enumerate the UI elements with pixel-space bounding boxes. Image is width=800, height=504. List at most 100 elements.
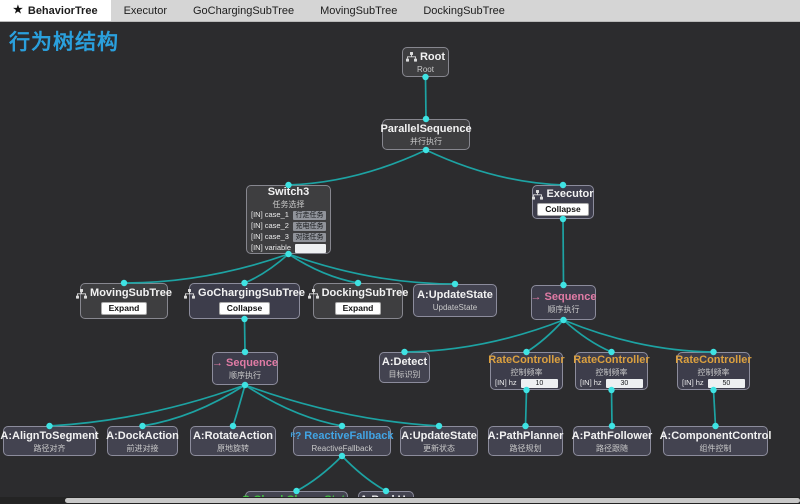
node-updatestate2[interactable]: A:UpdateState更新状态 [400,426,478,456]
edge-switch3-dockingsubtree [289,254,359,283]
port-value-field[interactable]: 30 [606,379,643,388]
node-executor[interactable]: Executor Collapse [532,185,594,219]
node-subtitle: 顺序执行 [229,371,261,380]
node-title: A:PathPlanner [488,430,564,443]
edge-executor-sequence_r [563,219,564,285]
node-title-row: A:UpdateState [417,289,493,302]
node-componentcontrol[interactable]: A:ComponentControl组件控制 [663,426,768,456]
node-title-row: R?ReactiveFallback [290,430,393,443]
node-title-row: Executor [532,188,593,201]
tab-label: Executor [124,5,167,17]
port-label: [IN] case_2 [251,221,289,231]
node-subtitle: 控制频率 [596,368,628,377]
port-label: [IN] variable [251,243,291,253]
node-title: A:ComponentControl [660,430,772,443]
node-title: Sequence [545,291,597,304]
node-subtitle: 顺序执行 [548,305,580,314]
edge-sequence_l-rotateaction [233,385,245,426]
node-sequence_r[interactable]: →Sequence顺序执行 [531,285,596,320]
node-title-row: →Sequence [531,291,597,304]
tab-gochargingsubtree[interactable]: GoChargingSubTree [180,0,307,21]
node-root[interactable]: RootRoot [402,47,449,77]
node-subtitle: 路径规划 [510,444,542,453]
tab-movingsubtree[interactable]: MovingSubTree [307,0,410,21]
node-title: A:UpdateState [401,430,477,443]
port-row: [IN] variable [251,243,326,253]
edge-rate2-pathfollower [612,390,613,426]
node-title: A:RotateAction [193,430,273,443]
node-aligntosegment[interactable]: A:AlignToSegment路径对齐 [3,426,96,456]
port-value-field[interactable]: 对接任务 [293,233,326,242]
node-rate3[interactable]: RateController控制频率[IN] hz50 [677,352,750,390]
expand-button[interactable]: Expand [101,302,148,315]
node-gochargingsubtree[interactable]: GoChargingSubTreeCollapse [189,283,300,319]
node-title: ReactiveFallback [304,430,393,443]
port-value-field[interactable]: 充电任务 [293,222,326,231]
node-title: DockingSubTree [322,287,409,300]
port-label: [IN] hz [682,378,704,388]
node-title-row: Root [406,51,445,64]
node-parallelsequence[interactable]: ParallelSequence并行执行 [382,119,470,150]
node-rotateaction[interactable]: A:RotateAction原地旋转 [190,426,276,456]
node-subtitle: 组件控制 [700,444,732,453]
port-value-field[interactable]: 10 [521,379,558,388]
tab-bar: ★BehaviorTree Executor GoChargingSubTreeMo… [0,0,800,22]
node-title-row: ParallelSequence [380,123,471,136]
node-subtitle: UpdateState [433,303,477,312]
node-movingsubtree[interactable]: MovingSubTreeExpand [80,283,168,319]
edge-switch3-movingsubtree [124,254,289,283]
tab-dockingsubtree[interactable]: DockingSubTree [410,0,518,21]
node-updatestate1[interactable]: A:UpdateStateUpdateState [413,284,497,317]
node-subtitle: 任务选择 [273,200,305,209]
node-reactivefallback[interactable]: R?ReactiveFallbackReactiveFallback [293,426,391,456]
node-pathplanner[interactable]: A:PathPlanner路径规划 [488,426,563,456]
expand-button[interactable]: Expand [335,302,382,315]
collapse-button[interactable]: Collapse [219,302,270,315]
node-subtitle: 更新状态 [423,444,455,453]
edge-gochargingsubtree-sequence_l [245,319,246,352]
edge-sequence_l-updatestate2 [245,385,439,426]
port-value-field[interactable]: 50 [708,379,745,388]
port-row: [IN] case_2 充电任务 [251,221,326,231]
edge-parallelsequence-executor [426,150,563,185]
tab-executor[interactable]: Executor [111,0,180,21]
node-dockingsubtree[interactable]: DockingSubTreeExpand [313,283,403,319]
scrollbar-thumb[interactable] [65,498,800,503]
node-pathfollower[interactable]: A:PathFollower路径跟随 [573,426,651,456]
arrow-icon: → [531,292,542,303]
node-subtitle: ReactiveFallback [312,444,373,453]
node-rate1[interactable]: RateController控制频率[IN] hz10 [490,352,563,390]
port-row: [IN] hz 10 [495,378,558,388]
node-detect[interactable]: A:Detect目标识别 [379,352,430,383]
edge-sequence_l-aligntosegment [50,385,246,426]
node-title-row: A:PathFollower [572,430,653,443]
node-subtitle: 原地旋转 [217,444,249,453]
node-subtitle: 路径跟随 [596,444,628,453]
edge-switch3-gochargingsubtree [245,254,289,283]
subtree-icon [308,289,319,299]
node-title: Switch3 [268,186,310,199]
port-value-field[interactable] [295,244,326,253]
page-title: 行为树结构 [9,26,119,56]
node-title: RateController [488,354,564,367]
port-value-field[interactable]: 行走任务 [293,211,326,220]
port-label: [IN] hz [495,378,517,388]
node-rate2[interactable]: RateController控制频率[IN] hz30 [575,352,648,390]
node-dockaction[interactable]: A:DockAction前进对接 [107,426,178,456]
node-title: A:PathFollower [572,430,653,443]
edge-sequence_r-rate2 [564,320,612,352]
node-switch3[interactable]: Switch3任务选择[IN] case_1行走任务[IN] case_2充电任… [246,185,331,254]
node-subtitle: Root [417,65,434,74]
edge-switch3-updatestate1 [289,254,456,284]
behavior-tree-canvas[interactable]: 行为树结构 RootRoot ParallelSequence并行执行 Switch… [0,22,800,504]
edge-sequence_l-reactivefallback [245,385,342,426]
node-title-row: A:UpdateState [401,430,477,443]
behavior-tree-editor: ★BehaviorTreeExecutorGoChargingSubTreeMo… [0,0,800,504]
node-subtitle: 前进对接 [127,444,159,453]
tab-label: BehaviorTree [28,5,98,17]
node-title: Executor [546,188,593,201]
collapse-button[interactable]: Collapse [537,203,588,216]
node-sequence_l[interactable]: →Sequence顺序执行 [212,352,278,385]
tab-behaviortree[interactable]: ★BehaviorTree [0,0,111,21]
node-title: GoChargingSubTree [198,287,305,300]
